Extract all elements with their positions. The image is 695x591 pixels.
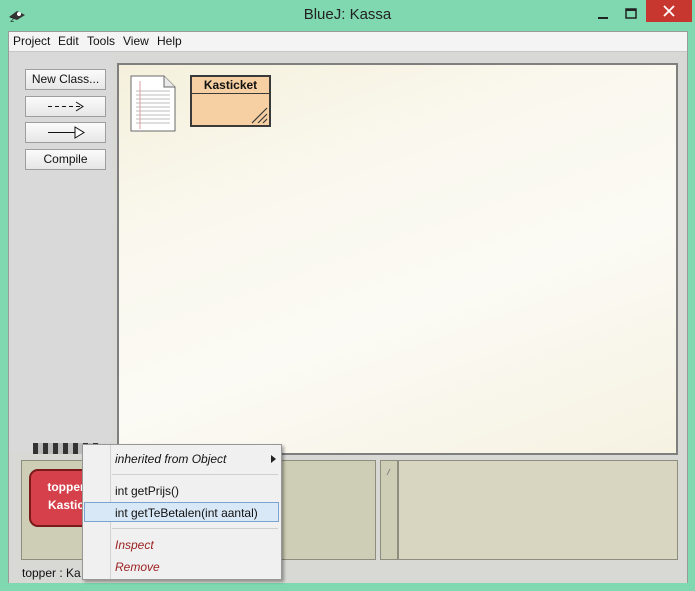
menu-view[interactable]: View <box>123 34 149 48</box>
class-divider <box>190 93 271 94</box>
menu-item-remove[interactable]: Remove <box>115 560 160 576</box>
menu-tools[interactable]: Tools <box>87 34 115 48</box>
menu-help[interactable]: Help <box>157 34 182 48</box>
uses-arrow-button[interactable] <box>25 96 106 117</box>
class-name-label: Kasticket <box>203 78 258 92</box>
codepad-gutter <box>380 460 398 560</box>
compile-button[interactable]: Compile <box>25 149 106 170</box>
menu-project[interactable]: Project <box>13 34 50 48</box>
codepad-area[interactable] <box>398 460 678 560</box>
menu-edit[interactable]: Edit <box>58 34 79 48</box>
close-button[interactable] <box>646 0 692 22</box>
inheritance-arrow-button[interactable] <box>25 122 106 143</box>
solid-arrow-icon <box>48 126 85 139</box>
minimize-button[interactable] <box>590 4 616 24</box>
readme-document-icon[interactable] <box>130 75 176 132</box>
menu-separator <box>112 474 278 475</box>
menu-item-inherited-from-object[interactable]: inherited from Object <box>115 452 226 468</box>
maximize-button[interactable] <box>618 4 644 24</box>
submenu-arrow-icon <box>271 453 277 463</box>
menu-item-get-prijs[interactable]: int getPrijs() <box>115 484 179 500</box>
new-class-button[interactable]: New Class... <box>25 69 106 90</box>
dashed-arrow-icon <box>48 101 84 112</box>
menu-bar: Project Edit Tools View Help <box>9 32 687 52</box>
resize-hatch-icon[interactable] <box>250 106 269 125</box>
menu-separator <box>112 528 278 529</box>
menu-item-get-te-betalen[interactable]: int getTeBetalen(int aantal) <box>115 506 258 522</box>
menu-item-inspect[interactable]: Inspect <box>115 538 154 554</box>
